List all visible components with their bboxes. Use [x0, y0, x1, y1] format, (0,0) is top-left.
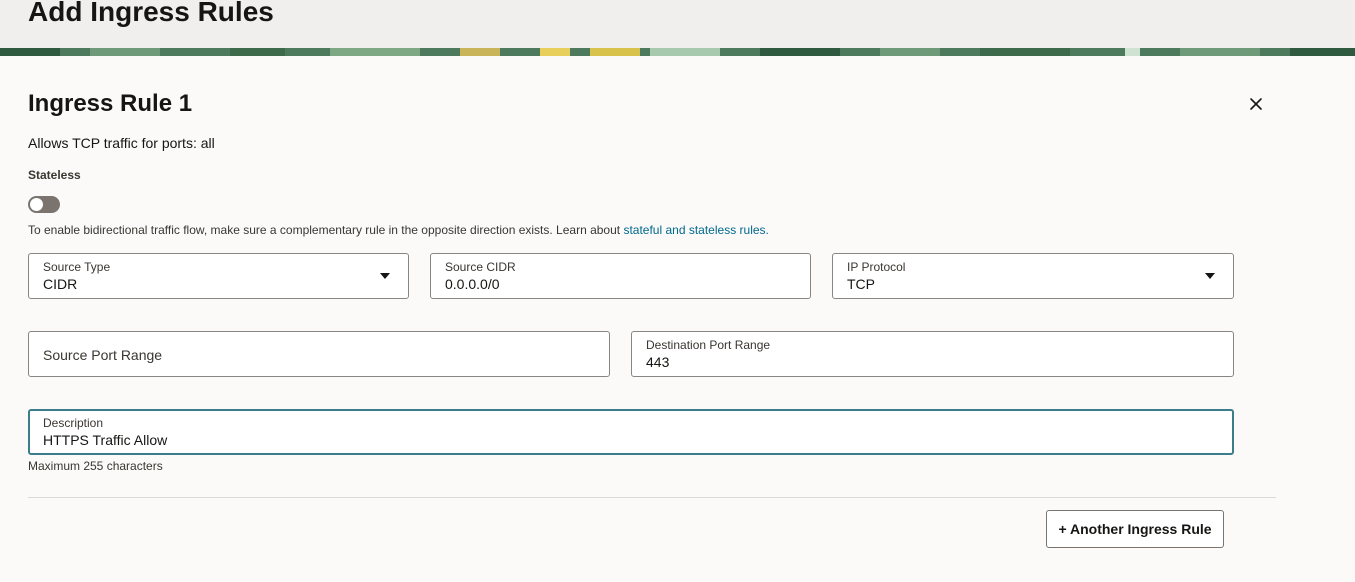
stateful-stateless-link[interactable]: stateful and stateless rules.	[623, 223, 768, 237]
stateless-toggle[interactable]	[28, 196, 60, 213]
source-port-range-placeholder: Source Port Range	[43, 347, 163, 363]
source-cidr-input[interactable]: Source CIDR 0.0.0.0/0	[430, 253, 811, 299]
chevron-down-icon	[380, 273, 390, 279]
page-title: Add Ingress Rules	[28, 0, 274, 27]
source-type-value: CIDR	[43, 276, 78, 292]
source-cidr-value: 0.0.0.0/0	[445, 276, 500, 292]
add-ingress-rule-button[interactable]: + Another Ingress Rule	[1046, 510, 1224, 548]
divider	[28, 497, 1276, 498]
description-value: HTTPS Traffic Allow	[43, 432, 168, 448]
source-type-select[interactable]: Source Type CIDR	[28, 253, 409, 299]
banner-pattern	[0, 48, 1355, 56]
source-cidr-label: Source CIDR	[445, 260, 516, 274]
stateless-label: Stateless	[28, 168, 81, 182]
description-label: Description	[43, 416, 104, 430]
description-input[interactable]: Description HTTPS Traffic Allow	[28, 409, 1234, 455]
destination-port-range-input[interactable]: Destination Port Range 443	[631, 331, 1234, 377]
rule-summary: Allows TCP traffic for ports: all	[28, 135, 215, 151]
source-port-range-input[interactable]: Source Port Range	[28, 331, 610, 377]
stateless-help: To enable bidirectional traffic flow, ma…	[28, 222, 769, 238]
destination-port-range-label: Destination Port Range	[646, 338, 771, 352]
close-button[interactable]	[1244, 92, 1268, 116]
rule-title: Ingress Rule 1	[28, 90, 193, 117]
description-hint: Maximum 255 characters	[28, 459, 163, 473]
decorative-banner	[0, 48, 1355, 56]
stateless-help-text: To enable bidirectional traffic flow, ma…	[28, 223, 621, 237]
destination-port-range-value: 443	[646, 354, 670, 370]
toggle-knob	[30, 198, 43, 211]
ip-protocol-select[interactable]: IP Protocol TCP	[832, 253, 1234, 299]
chevron-down-icon	[1205, 273, 1215, 279]
ip-protocol-label: IP Protocol	[847, 260, 906, 274]
source-type-label: Source Type	[43, 260, 111, 274]
dialog-header: Add Ingress Rules	[0, 0, 1355, 48]
close-icon	[1250, 98, 1262, 110]
ip-protocol-value: TCP	[847, 276, 875, 292]
